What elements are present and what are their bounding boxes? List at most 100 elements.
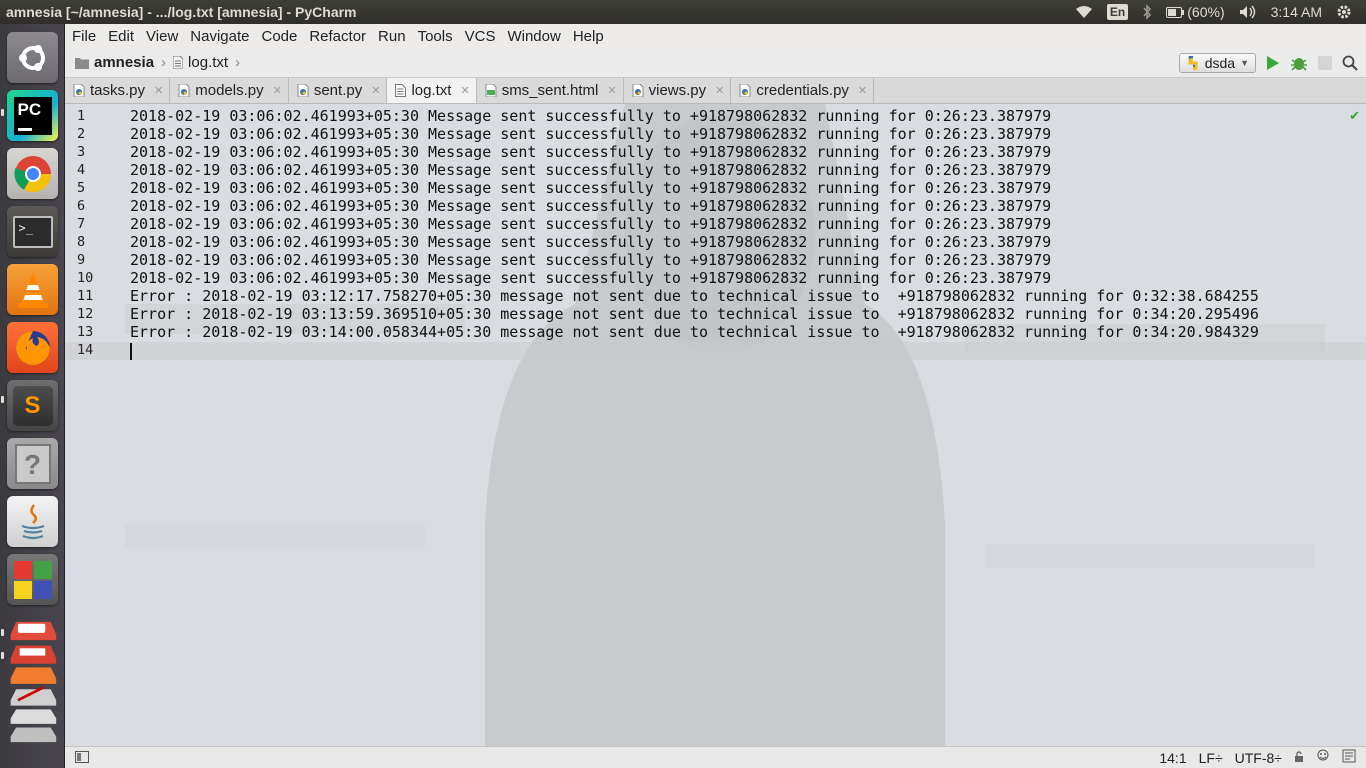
wifi-icon[interactable] xyxy=(1075,5,1093,19)
close-icon[interactable]: ✕ xyxy=(460,84,469,97)
stacked-apps-launcher[interactable] xyxy=(7,612,58,752)
blocks-launcher-button[interactable] xyxy=(7,554,58,605)
tab-sms-sent-html[interactable]: sms_sent.html ✕ xyxy=(476,78,624,103)
code-line[interactable]: 2018-02-19 03:06:02.461993+05:30 Message… xyxy=(130,251,1051,269)
menu-vcs[interactable]: VCS xyxy=(459,28,502,45)
search-icon[interactable] xyxy=(1342,55,1358,71)
menu-help[interactable]: Help xyxy=(567,28,610,45)
run-icon[interactable] xyxy=(1266,55,1280,71)
code-line[interactable]: 2018-02-19 03:06:02.461993+05:30 Message… xyxy=(130,161,1051,179)
window-title: amnesia [~/amnesia] - .../log.txt [amnes… xyxy=(6,4,357,20)
lock-icon[interactable] xyxy=(1294,750,1304,766)
editor-area[interactable]: 1 2 3 4 5 6 7 8 9 10 11 12 13 14 2018-02… xyxy=(65,104,1366,746)
java-icon xyxy=(21,503,44,539)
close-icon[interactable]: ✕ xyxy=(371,84,380,97)
sublime-launcher-button[interactable]: S xyxy=(7,380,58,431)
unknown-app-launcher-button[interactable]: ? xyxy=(7,438,58,489)
menu-file[interactable]: File xyxy=(65,28,102,45)
text-caret xyxy=(130,343,132,360)
line-number: 9 xyxy=(77,252,86,268)
code-line[interactable]: 2018-02-19 03:06:02.461993+05:30 Message… xyxy=(130,269,1051,287)
ubuntu-logo-icon xyxy=(18,44,45,71)
code-line[interactable]: Error : 2018-02-19 03:14:00.058344+05:30… xyxy=(130,323,1259,341)
pycharm-launcher-button[interactable]: PC xyxy=(7,90,58,141)
python-file-icon xyxy=(739,84,751,97)
menu-navigate[interactable]: Navigate xyxy=(184,28,255,45)
close-icon[interactable]: ✕ xyxy=(607,84,616,97)
stop-icon[interactable] xyxy=(1318,56,1332,70)
menu-code[interactable]: Code xyxy=(255,28,303,45)
menu-tools[interactable]: Tools xyxy=(412,28,459,45)
code-line[interactable]: 2018-02-19 03:06:02.461993+05:30 Message… xyxy=(130,233,1051,251)
close-icon[interactable]: ✕ xyxy=(154,84,163,97)
menu-edit[interactable]: Edit xyxy=(102,28,140,45)
run-toolbar: dsda ▼ xyxy=(1178,51,1358,75)
breadcrumb-file[interactable]: log.txt xyxy=(188,54,228,71)
python-file-icon xyxy=(178,84,190,97)
keyboard-layout-indicator[interactable]: En xyxy=(1106,4,1129,20)
running-indicator xyxy=(1,652,4,659)
gear-icon[interactable] xyxy=(1336,4,1352,20)
breadcrumb-project[interactable]: amnesia xyxy=(94,54,154,71)
code-line[interactable]: 2018-02-19 03:06:02.461993+05:30 Message… xyxy=(130,179,1051,197)
menu-refactor[interactable]: Refactor xyxy=(303,28,372,45)
line-separator-select[interactable]: LF÷ xyxy=(1199,750,1223,766)
tab-label: credentials.py xyxy=(756,82,849,99)
tab-credentials-py[interactable]: credentials.py ✕ xyxy=(731,78,875,103)
terminal-launcher-button[interactable]: >_ xyxy=(7,206,58,257)
running-indicator xyxy=(1,629,4,636)
html-file-icon xyxy=(485,84,497,97)
menu-view[interactable]: View xyxy=(140,28,184,45)
code-line[interactable]: 2018-02-19 03:06:02.461993+05:30 Message… xyxy=(130,197,1051,215)
event-log-icon[interactable] xyxy=(1342,749,1356,766)
tool-window-toggle-icon[interactable] xyxy=(65,750,89,766)
ubuntu-dash-button[interactable] xyxy=(7,32,58,83)
code-line[interactable]: Error : 2018-02-19 03:13:59.369510+05:30… xyxy=(130,305,1259,323)
bluetooth-icon[interactable] xyxy=(1142,4,1152,20)
line-number: 5 xyxy=(77,180,86,196)
python-file-icon xyxy=(297,84,309,97)
vlc-launcher-button[interactable] xyxy=(7,264,58,315)
tab-label: views.py xyxy=(648,82,707,99)
java-launcher-button[interactable] xyxy=(7,496,58,547)
firefox-launcher-button[interactable] xyxy=(7,322,58,373)
chevron-down-icon: ▼ xyxy=(1240,58,1249,68)
volume-icon[interactable] xyxy=(1239,5,1257,19)
menu-window[interactable]: Window xyxy=(501,28,566,45)
tab-label: log.txt xyxy=(411,82,452,99)
run-configuration-label: dsda xyxy=(1204,55,1236,71)
debug-icon[interactable] xyxy=(1290,54,1308,72)
encoding-select[interactable]: UTF-8÷ xyxy=(1235,750,1282,766)
tab-tasks-py[interactable]: tasks.py ✕ xyxy=(65,78,171,103)
line-number: 7 xyxy=(77,216,86,232)
tab-label: tasks.py xyxy=(90,82,146,99)
tab-sent-py[interactable]: sent.py ✕ xyxy=(288,78,388,103)
tab-views-py[interactable]: views.py ✕ xyxy=(623,78,732,103)
battery-percent: (60%) xyxy=(1187,4,1225,20)
menu-bar: File Edit View Navigate Code Refactor Ru… xyxy=(65,24,1366,48)
code-line[interactable]: 2018-02-19 03:06:02.461993+05:30 Message… xyxy=(130,125,1051,143)
close-icon[interactable]: ✕ xyxy=(715,84,724,97)
run-configuration-select[interactable]: dsda ▼ xyxy=(1178,53,1256,73)
close-icon[interactable]: ✕ xyxy=(273,84,282,97)
close-icon[interactable]: ✕ xyxy=(858,84,867,97)
line-number-gutter: 1 2 3 4 5 6 7 8 9 10 11 12 13 14 xyxy=(65,104,121,746)
navigation-bar: amnesia › log.txt › dsda ▼ xyxy=(65,48,1366,78)
clock[interactable]: 3:14 AM xyxy=(1271,4,1322,20)
code-line[interactable]: 2018-02-19 03:06:02.461993+05:30 Message… xyxy=(130,215,1051,233)
tab-label: sms_sent.html xyxy=(501,82,599,99)
inspector-icon[interactable] xyxy=(1316,749,1330,766)
menu-run[interactable]: Run xyxy=(372,28,412,45)
sublime-text-icon: S xyxy=(12,385,53,426)
tab-models-py[interactable]: models.py ✕ xyxy=(170,78,289,103)
tab-log-txt[interactable]: log.txt ✕ xyxy=(387,78,477,103)
line-number: 11 xyxy=(77,288,94,304)
code-line[interactable]: Error : 2018-02-19 03:12:17.758270+05:30… xyxy=(130,287,1259,305)
pycharm-icon: PC xyxy=(13,96,52,135)
battery-indicator[interactable]: (60%) xyxy=(1166,4,1225,20)
code-line[interactable]: 2018-02-19 03:06:02.461993+05:30 Message… xyxy=(130,143,1051,161)
caret-position[interactable]: 14:1 xyxy=(1159,750,1186,766)
chrome-launcher-button[interactable] xyxy=(7,148,58,199)
line-number: 14 xyxy=(77,342,94,358)
code-line[interactable]: 2018-02-19 03:06:02.461993+05:30 Message… xyxy=(130,107,1051,125)
